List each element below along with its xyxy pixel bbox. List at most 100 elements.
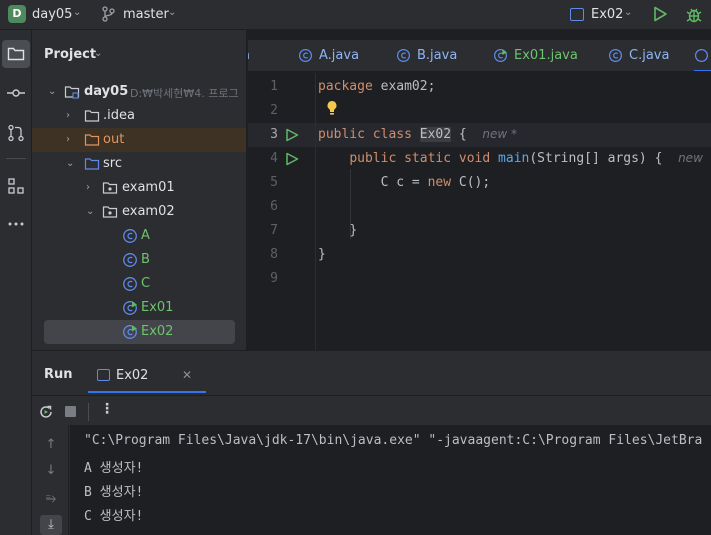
class-icon [123, 277, 137, 291]
class-icon [608, 48, 623, 63]
tab-ex02-java[interactable] [694, 40, 711, 71]
class-icon [123, 229, 137, 243]
lightbulb-icon[interactable] [326, 100, 338, 116]
console-line: "C:\Program Files\Java\jdk-17\bin\java.e… [84, 433, 703, 448]
tree-item-out[interactable]: › out [32, 128, 246, 152]
run-panel-title: Run [44, 367, 73, 382]
arrow-up-icon[interactable]: ↑ [40, 435, 62, 455]
folder-icon [84, 110, 100, 122]
code-token: C(); [451, 175, 491, 190]
line-number: 5 [270, 175, 278, 190]
tree-item-class-a[interactable]: A [32, 224, 246, 248]
tree-item-label: src [103, 156, 122, 171]
tab-overflow[interactable]: a [248, 40, 262, 71]
tree-item-label: Ex02 [141, 324, 174, 339]
line-number: 1 [270, 79, 278, 94]
project-chevron-down-icon[interactable]: ⌄ [73, 7, 81, 18]
code-editor[interactable]: 1 2 3 4 5 6 7 8 9 package exam02; public… [248, 73, 711, 350]
tree-item-class-b[interactable]: B [32, 248, 246, 272]
run-config-icon [570, 8, 584, 21]
run-icon[interactable] [652, 6, 668, 22]
tree-item-label: day05 [84, 84, 129, 99]
more-horizontal-icon [8, 222, 24, 226]
class-icon [694, 48, 709, 63]
tree-item-label: B [141, 252, 150, 267]
tree-item-label: exam02 [122, 204, 175, 219]
run-config-chevron-down-icon[interactable]: ⌄ [624, 7, 632, 18]
code-line-4: public static void main(String[] args) {… [318, 151, 703, 166]
stop-icon[interactable] [65, 406, 76, 417]
branch-chevron-down-icon[interactable]: ⌄ [168, 7, 176, 18]
arrow-down-icon[interactable]: ↓ [40, 461, 62, 481]
tree-item-label: C [141, 276, 151, 291]
tab-label: C.java [629, 48, 670, 63]
chevron-down-icon[interactable]: ⌄ [86, 206, 94, 217]
run-tab-ex02[interactable]: Ex02 ✕ [88, 359, 206, 393]
chevron-down-icon[interactable]: ⌄ [48, 86, 56, 97]
tree-item-class-c[interactable]: C [32, 272, 246, 296]
tree-item-class-ex01[interactable]: Ex01 [32, 296, 246, 320]
tree-item-idea[interactable]: › .idea [32, 104, 246, 128]
soft-wrap-icon[interactable]: ⥱ [40, 489, 62, 509]
chevron-down-icon[interactable]: ⌄ [66, 158, 74, 169]
toolbar-divider [88, 403, 89, 421]
code-token: void [458, 151, 491, 166]
commit-icon [7, 89, 25, 97]
class-icon [298, 48, 313, 63]
title-bar: D day05 ⌄ master ⌄ Ex02 ⌄ [0, 0, 711, 30]
close-icon[interactable]: ✕ [182, 368, 192, 382]
console-line: C 생성자! [84, 509, 144, 524]
run-tab-label: Ex02 [116, 368, 149, 383]
code-token: main [498, 151, 530, 166]
tab-label: A.java [319, 48, 360, 63]
run-gutter-icon[interactable] [285, 128, 299, 142]
tree-item-day05[interactable]: ⌄ day05 D:₩박세현₩4. 프로그 [32, 80, 246, 104]
chevron-right-icon[interactable]: › [66, 110, 70, 121]
tab-c-java[interactable]: C.java [608, 40, 698, 71]
project-badge[interactable]: D [8, 5, 26, 23]
tab-ex01-java[interactable]: Ex01.java [493, 40, 593, 71]
chevron-right-icon[interactable]: › [86, 182, 90, 193]
tree-item-label: Ex01 [141, 300, 174, 315]
project-tool-button[interactable] [2, 40, 30, 68]
tree-item-class-ex02[interactable]: Ex02 [44, 320, 235, 344]
code-token: { [451, 127, 467, 142]
code-token: class [372, 127, 412, 142]
tree-item-src[interactable]: ⌄ src [32, 152, 246, 176]
code-line-8: } [318, 247, 326, 262]
scroll-to-end-icon[interactable]: ⤓ [40, 515, 62, 535]
code-token: exam02; [372, 79, 436, 94]
tab-a-java[interactable]: A.java [298, 40, 388, 71]
more-tools-button[interactable] [2, 210, 30, 238]
excluded-folder-icon [84, 134, 100, 146]
class-icon [396, 48, 411, 63]
run-config-name[interactable]: Ex02 [591, 7, 623, 22]
tab-label: B.java [417, 48, 458, 63]
structure-tool-button[interactable] [2, 172, 30, 200]
branch-name[interactable]: master [123, 7, 169, 22]
debug-icon[interactable] [685, 6, 703, 24]
line-number: 8 [270, 247, 278, 262]
project-panel: Project ⌄ ⌄ day05 D:₩박세현₩4. 프로그 › .idea … [32, 30, 247, 350]
tool-strip-divider [6, 158, 26, 159]
tree-item-label: out [103, 132, 125, 147]
project-panel-chevron-down-icon[interactable]: ⌄ [94, 48, 102, 59]
commit-tool-button[interactable] [2, 79, 30, 107]
tree-item-exam02[interactable]: ⌄ exam02 [32, 200, 246, 224]
rerun-icon[interactable] [38, 404, 54, 420]
code-line-3: public class Ex02 { new * [318, 127, 517, 142]
code-line-7: } [318, 223, 357, 238]
more-vertical-icon[interactable]: ⋮ [100, 401, 114, 417]
project-name[interactable]: day05 [32, 7, 72, 22]
tree-item-exam01[interactable]: › exam01 [32, 176, 246, 200]
code-token: public [349, 151, 397, 166]
chevron-right-icon[interactable]: › [66, 134, 70, 145]
console-output[interactable]: "C:\Program Files\Java\jdk-17\bin\java.e… [70, 425, 711, 535]
run-gutter-icon[interactable] [285, 152, 299, 166]
pull-requests-tool-button[interactable] [2, 119, 30, 147]
project-panel-title[interactable]: Project [44, 47, 96, 62]
author-hint: new [678, 151, 703, 165]
tree-item-label: A [141, 228, 150, 243]
console-line: A 생성자! [84, 461, 144, 476]
tab-b-java[interactable]: B.java [396, 40, 486, 71]
